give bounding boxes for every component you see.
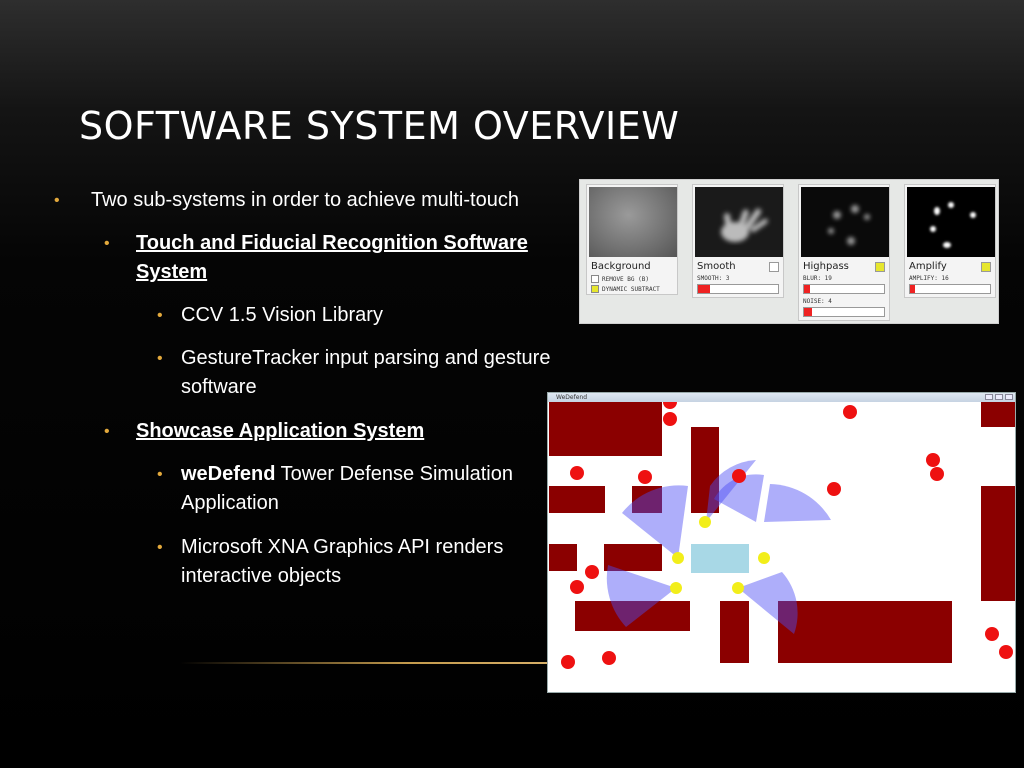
panel-title: Amplify [905,259,995,274]
tower [758,552,770,564]
panel-title: Background [591,261,651,272]
bullet-touch-fiducial-line1: Touch and Fiducial Recognition Software [136,232,528,254]
dynamic-subtract-checkbox[interactable] [591,285,599,293]
bullet-list: • Two sub-systems in order to achieve mu… [0,0,580,768]
bullet-marker: • [157,307,163,324]
enemy [926,453,940,467]
amplify-toggle[interactable] [981,262,991,272]
ccv-panel-smooth: Smooth SMOOTH: 3 [692,184,784,298]
panel-title: Smooth [693,259,783,274]
highpass-toggle[interactable] [875,262,885,272]
enemy [570,580,584,594]
fingertip-blur-graphic [828,205,870,245]
slider-fill [698,285,710,293]
slider-label: AMPLIFY: 16 [909,275,949,282]
game-titlebar: WeDefend [548,393,1015,402]
slider-label: SMOOTH: 3 [697,275,730,282]
wall [549,402,662,456]
amplify-preview-image [907,187,995,257]
panel-title: Highpass [799,259,889,274]
panel-title-text: Highpass [803,261,849,272]
bullet-wedefend-line1: weDefend Tower Defense Simulation [181,460,513,489]
enemy [585,565,599,579]
slider-fill [804,308,812,316]
bullet-touch-fiducial-line2: System [136,261,208,283]
enemy [985,627,999,641]
smooth-slider[interactable] [697,284,779,294]
tower-range-cone [764,484,831,522]
game-window-title: WeDefend [556,394,587,401]
slider-fill [804,285,811,293]
remove-bg-checkbox[interactable] [591,275,599,283]
wedefend-desc: Tower Defense Simulation [275,463,513,485]
hand-blur-graphic [721,208,768,242]
tower [732,582,744,594]
enemy [570,466,584,480]
bullet-marker: • [54,192,60,209]
wall [720,601,749,663]
ccv-panel-background: Background REMOVE BG (B) DYNAMIC SUBTRAC… [586,184,678,295]
tower [672,552,684,564]
base-block [691,544,749,573]
wall [981,486,1015,601]
maximize-button[interactable] [995,394,1003,400]
bullet-gesturetracker-line2: software [181,376,257,398]
fingertip-blobs-graphic [930,202,976,248]
bullet-xna-line2: interactive objects [181,565,342,587]
wall [778,601,952,663]
wedefend-game-screenshot: WeDefend [547,392,1016,693]
slider-label: BLUR: 19 [803,275,832,282]
tower [670,582,682,594]
wall [981,402,1015,427]
bullet-marker: • [157,350,163,367]
bullet-wedefend-line2: Application [181,492,279,514]
wall [549,486,605,513]
bullet-gesturetracker-line1: GestureTracker input parsing and gesture [181,347,551,369]
wedefend-name: weDefend [181,463,276,485]
gold-divider [180,662,560,664]
ccv-panel-highpass: Highpass BLUR: 19 NOISE: 4 [798,184,890,321]
remove-bg-option[interactable]: REMOVE BG (B) [587,274,677,284]
enemy [663,402,677,409]
bullet-two-subsystems: Two sub-systems in order to achieve mult… [91,189,519,211]
bullet-marker: • [157,539,163,556]
smooth-toggle[interactable] [769,262,779,272]
amplify-slider[interactable] [909,284,991,294]
enemy [827,482,841,496]
panel-title-text: Smooth [697,261,736,272]
bullet-ccv: CCV 1.5 Vision Library [181,304,383,326]
bullet-marker: • [157,466,163,483]
enemy [732,469,746,483]
enemy [663,412,677,426]
minimize-button[interactable] [985,394,993,400]
dynamic-subtract-label: DYNAMIC SUBTRACT [602,285,660,293]
slider-label: NOISE: 4 [803,298,832,305]
highpass-preview-image [801,187,889,257]
tower [699,516,711,528]
remove-bg-label: REMOVE BG (B) [602,275,649,283]
background-preview-image [589,187,677,257]
close-button[interactable] [1005,394,1013,400]
bullet-marker: • [104,235,110,252]
ccv-filter-screenshot: Background REMOVE BG (B) DYNAMIC SUBTRAC… [579,179,999,324]
noise-slider[interactable] [803,307,885,317]
enemy [602,651,616,665]
bullet-showcase: Showcase Application System [136,420,425,442]
slider-fill [910,285,915,293]
smooth-preview-image [695,187,783,257]
dynamic-subtract-option[interactable]: DYNAMIC SUBTRACT [587,284,677,294]
wall [549,544,577,571]
bullet-marker: • [104,423,110,440]
ccv-panel-amplify: Amplify AMPLIFY: 16 [904,184,996,298]
panel-title-text: Amplify [909,261,947,272]
enemy [561,655,575,669]
enemy [999,645,1013,659]
enemy [930,467,944,481]
enemy [638,470,652,484]
enemy [843,405,857,419]
blur-slider[interactable] [803,284,885,294]
game-field [549,402,1015,669]
bullet-xna-line1: Microsoft XNA Graphics API renders [181,536,504,558]
